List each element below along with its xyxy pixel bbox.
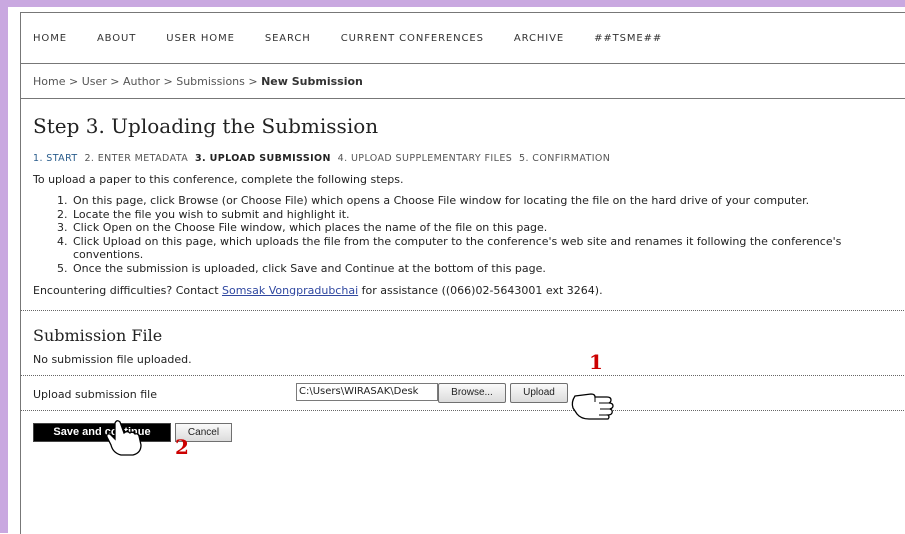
instruction-item: Once the submission is uploaded, click S… (71, 262, 905, 276)
annotation-marker-1: 1 (589, 349, 603, 374)
submission-status: No submission file uploaded. (33, 352, 192, 366)
upload-row: Upload submission file C:\Users\WIRASAK\… (33, 350, 905, 420)
instruction-item: Click Open on the Choose File window, wh… (71, 221, 905, 235)
contact-link[interactable]: Somsak Vongpradubchai (222, 284, 358, 297)
step-start[interactable]: 1. START (33, 153, 78, 164)
nav-about[interactable]: ABOUT (97, 33, 136, 44)
divider (21, 409, 905, 411)
instruction-item: Locate the file you wish to submit and h… (71, 208, 905, 222)
file-path-input[interactable]: C:\Users\WIRASAK\Desk (296, 382, 438, 401)
upload-label: Upload submission file (33, 387, 157, 401)
instruction-item: Click Upload on this page, which uploads… (71, 235, 905, 262)
pointer-hand-icon (571, 392, 614, 420)
nav-home[interactable]: HOME (33, 33, 67, 44)
contact-prefix: Encountering difficulties? Contact (33, 283, 222, 297)
upload-button[interactable]: Upload (510, 382, 568, 403)
top-navigation: HOME ABOUT USER HOME SEARCH CURRENT CONF… (21, 13, 905, 64)
instruction-list: On this page, click Browse (or Choose Fi… (33, 194, 905, 276)
contact-text: Encountering difficulties? Contact Somsa… (33, 284, 905, 297)
breadcrumb: Home > User > Author > Submissions > New… (21, 64, 905, 99)
form-actions: Save and continue Cancel 2 (33, 419, 905, 459)
instruction-item: On this page, click Browse (or Choose Fi… (71, 194, 905, 208)
step-upload-submission: 3. UPLOAD SUBMISSION (194, 153, 331, 164)
main-content: Step 3. Uploading the Submission 1. STAR… (21, 114, 905, 459)
submission-file-heading: Submission File (33, 325, 163, 345)
page-title: Step 3. Uploading the Submission (33, 114, 379, 138)
divider (21, 309, 905, 311)
nav-tsme[interactable]: ##TSME## (594, 33, 662, 44)
breadcrumb-path[interactable]: Home > User > Author > Submissions > (33, 75, 261, 88)
browse-button[interactable]: Browse... (438, 382, 506, 403)
annotation-marker-2: 2 (175, 434, 189, 459)
page-frame: HOME ABOUT USER HOME SEARCH CURRENT CONF… (20, 12, 905, 534)
step-enter-metadata[interactable]: 2. ENTER METADATA (84, 153, 188, 164)
top-accent-band (0, 0, 905, 7)
nav-search[interactable]: SEARCH (265, 33, 311, 44)
nav-archive[interactable]: ARCHIVE (514, 33, 564, 44)
intro-text: To upload a paper to this conference, co… (33, 173, 404, 186)
pointer-hand-icon (106, 419, 142, 456)
step-progress: 1. START 2. ENTER METADATA 3. UPLOAD SUB… (33, 153, 905, 164)
step-upload-supplementary: 4. UPLOAD SUPPLEMENTARY FILES (337, 153, 513, 164)
contact-suffix: for assistance ((066)02-5643001 ext 3264… (358, 283, 603, 297)
step-confirmation: 5. CONFIRMATION (519, 153, 611, 164)
nav-user-home[interactable]: USER HOME (166, 33, 235, 44)
breadcrumb-current: New Submission (261, 74, 363, 88)
left-accent-band (0, 0, 8, 533)
nav-current-conferences[interactable]: CURRENT CONFERENCES (341, 33, 484, 44)
